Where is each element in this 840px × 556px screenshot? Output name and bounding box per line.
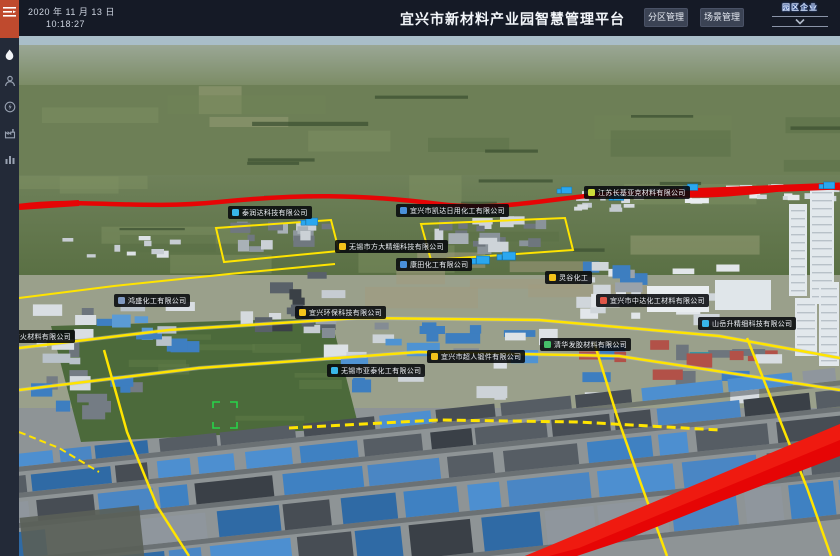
company-label-text: 康田化工有限公司: [410, 260, 468, 270]
map-label[interactable]: 宜兴市中达化工材料有限公司: [596, 294, 709, 307]
bar-chart-icon: [4, 153, 16, 165]
factory-icon: [4, 127, 16, 139]
person-icon: [4, 75, 16, 87]
company-marker-icon: [588, 189, 595, 196]
company-label-text: 山岳升精细科技有限公司: [712, 319, 792, 329]
company-label-text: 江苏长基亚克材料有限公司: [598, 188, 686, 198]
zone-management-button[interactable]: 分区管理: [644, 8, 688, 27]
chevron-down-icon[interactable]: [794, 18, 806, 25]
company-marker-icon: [400, 207, 407, 214]
company-marker-icon: [544, 341, 551, 348]
menu-icon: [3, 6, 16, 18]
company-marker-icon: [118, 297, 125, 304]
company-label-text: 鸿盛化工有限公司: [128, 296, 186, 306]
company-label-text: 无锡市亚泰化工有限公司: [341, 366, 421, 376]
map-label[interactable]: 鸿盛化工有限公司: [114, 294, 190, 307]
company-label-text: 宜兴环保科技有限公司: [309, 308, 382, 318]
company-marker-icon: [549, 274, 556, 281]
sidebar-item-personnel[interactable]: [0, 68, 19, 94]
map-label[interactable]: 清华发胶材料有限公司: [540, 338, 631, 351]
smart-park-platform: { "header": { "date": "2020 年 11 月 13 日"…: [0, 0, 840, 556]
map-label[interactable]: 宜兴市超人锻件有限公司: [427, 350, 525, 363]
menu-button[interactable]: [0, 0, 19, 38]
company-label-text: 宜兴市凯达日用化工有限公司: [410, 206, 505, 216]
sidebar-item-factory[interactable]: [0, 120, 19, 146]
company-marker-icon: [431, 353, 438, 360]
company-marker-icon: [331, 367, 338, 374]
top-bar: 2020 年 11 月 13 日 10:18:27 宜兴市新材料产业园智慧管理平…: [19, 0, 840, 36]
company-label-text: 无锡市方大精细科技有限公司: [349, 242, 444, 252]
tool-sidebar: [0, 0, 19, 556]
map-label[interactable]: 泰润达科技有限公司: [228, 206, 312, 219]
current-date: 2020 年 11 月 13 日: [28, 5, 115, 18]
scene-management-button[interactable]: 场景管理: [700, 8, 744, 27]
company-label-text: 宜兴市中达化工材料有限公司: [610, 296, 705, 306]
map-label[interactable]: 灵谷化工: [545, 271, 592, 284]
dropdown-label: 园区企业: [772, 2, 828, 15]
company-marker-icon: [299, 309, 306, 316]
company-marker-icon: [400, 261, 407, 268]
map-label[interactable]: 山岳升精细科技有限公司: [698, 317, 796, 330]
company-label-text: 宜兴市超人锻件有限公司: [441, 352, 521, 362]
map-label[interactable]: 江苏长基亚克材料有限公司: [584, 186, 690, 199]
sidebar-item-energy[interactable]: [0, 94, 19, 120]
map-label[interactable]: 无锡市亚泰化工有限公司: [327, 364, 425, 377]
map-label[interactable]: 宜兴市凯达日用化工有限公司: [396, 204, 509, 217]
sidebar-item-fire[interactable]: [0, 42, 19, 68]
fire-icon: [4, 49, 15, 61]
divider: [772, 26, 828, 27]
company-marker-icon: [339, 243, 346, 250]
current-time: 10:18:27: [46, 19, 85, 29]
map-label[interactable]: 无锡市方大精细科技有限公司: [335, 240, 448, 253]
map-label[interactable]: 康田化工有限公司: [396, 258, 472, 271]
company-label-text: 清华发胶材料有限公司: [554, 340, 627, 350]
sidebar-item-statistics[interactable]: [0, 146, 19, 172]
power-meter-icon: [4, 101, 16, 113]
company-marker-icon: [600, 297, 607, 304]
company-marker-icon: [702, 320, 709, 327]
page-title: 宜兴市新材料产业园智慧管理平台: [400, 9, 625, 29]
company-marker-icon: [232, 209, 239, 216]
park-enterprise-dropdown[interactable]: 园区企业: [772, 2, 828, 28]
company-label-text: 泰润达科技有限公司: [242, 208, 308, 218]
divider: [772, 16, 828, 17]
map-label[interactable]: 宜兴环保科技有限公司: [295, 306, 386, 319]
company-label-text: 灵谷化工: [559, 273, 588, 283]
